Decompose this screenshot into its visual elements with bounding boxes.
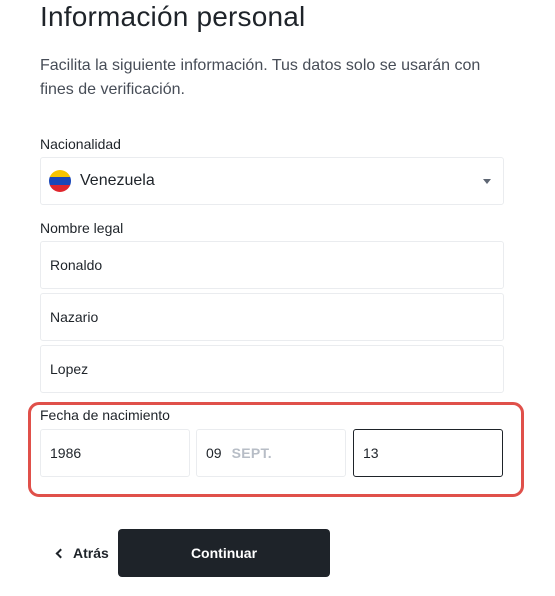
back-button[interactable]: Atrás xyxy=(55,545,109,561)
nationality-value: Venezuela xyxy=(80,172,155,189)
birth-year-value: 1986 xyxy=(50,445,82,461)
birth-date-label: Fecha de nacimiento xyxy=(40,407,170,423)
birth-day-value: 13 xyxy=(363,445,379,461)
back-label: Atrás xyxy=(73,545,109,561)
birth-day-input[interactable]: 13 xyxy=(353,429,503,477)
first-name-value: Ronaldo xyxy=(50,257,103,273)
first-name-input[interactable]: Ronaldo xyxy=(40,241,504,289)
middle-name-input[interactable]: Nazario xyxy=(40,293,504,341)
legal-name-label: Nombre legal xyxy=(40,220,124,236)
last-name-value: Lopez xyxy=(50,361,89,377)
middle-name-value: Nazario xyxy=(50,309,99,325)
caret-down-icon xyxy=(483,178,491,184)
birth-month-number: 09 xyxy=(206,445,222,461)
last-name-input[interactable]: Lopez xyxy=(40,345,504,393)
nationality-select[interactable]: Venezuela xyxy=(40,157,504,205)
continue-button[interactable]: Continuar xyxy=(118,529,330,577)
birth-year-input[interactable]: 1986 xyxy=(40,429,190,477)
venezuela-flag-icon xyxy=(49,170,71,192)
birth-month-input[interactable]: 09 SEPT. xyxy=(196,429,346,477)
page-subtitle: Facilita la siguiente información. Tus d… xyxy=(40,57,481,98)
chevron-left-icon xyxy=(55,548,66,559)
page-title: Información personal xyxy=(40,1,306,32)
birth-month-name: SEPT. xyxy=(231,445,272,461)
nationality-label: Nacionalidad xyxy=(40,136,121,152)
